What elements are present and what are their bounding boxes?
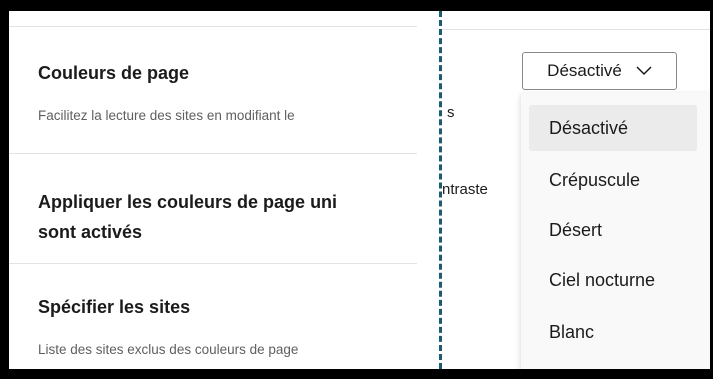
specify-sites-description: Liste des sites exclus des couleurs de p… [38,342,299,357]
settings-list: Couleurs de page Facilitez la lecture de… [9,11,417,369]
option-crepuscule[interactable]: Crépuscule [529,157,697,203]
option-desactive[interactable]: Désactivé [529,105,697,151]
page-colors-description: Facilitez la lecture des sites en modifi… [38,108,295,123]
settings-panel: Couleurs de page Facilitez la lecture de… [0,0,713,379]
specify-sites-title[interactable]: Spécifier les sites [38,297,190,318]
dropdown-menu: Désactivé Crépuscule Désert Ciel nocturn… [521,93,710,369]
chevron-down-icon [636,66,652,76]
separator [9,26,417,27]
option-blanc[interactable]: Blanc [529,309,697,355]
separator [9,153,417,154]
option-desert[interactable]: Désert [529,207,697,253]
apply-page-colors-title-line1: Appliquer les couleurs de page uni [38,192,338,212]
option-ciel-nocturne[interactable]: Ciel nocturne [529,257,697,303]
page-colors-title: Couleurs de page [38,63,190,83]
separator [9,263,417,264]
description-fragment: s [447,104,455,121]
page-colors-dropdown[interactable]: Désactivé [522,52,677,90]
title-fragment: ntraste [442,181,488,198]
dropdown-selected-value: Désactivé [547,61,622,80]
apply-page-colors-title-line2: sont activés [38,222,143,242]
separator [442,29,710,30]
